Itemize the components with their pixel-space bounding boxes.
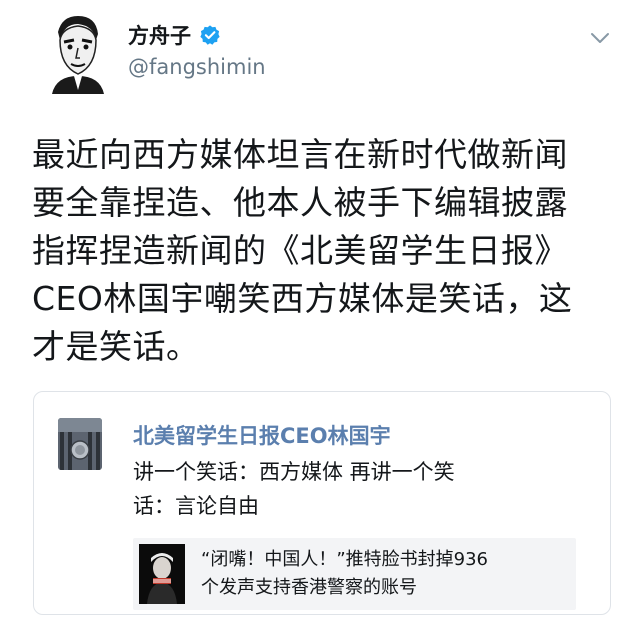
quoted-post-card[interactable]: 北美留学生日报CEO林国宇 讲一个笑话：西方媒体 再讲一个笑 话：言论自由 “闭… xyxy=(33,391,611,615)
tweet-text-line: 才是笑话。 xyxy=(32,327,200,366)
tweet-text-line: CEO林国宇嘲笑西方媒体是笑话，这 xyxy=(32,279,573,318)
link-title-line: 个发声支持香港警察的账号 xyxy=(201,577,417,598)
link-thumbnail xyxy=(139,544,185,604)
quoted-text-line: 话：言论自由 xyxy=(133,494,259,518)
author-name-row: 方舟子 xyxy=(128,20,221,50)
link-preview-card[interactable]: “闭嘴！中国人！”推特脸书封掉936 个发声支持香港警察的账号 xyxy=(133,538,576,610)
author-handle[interactable]: @fangshimin xyxy=(128,55,266,79)
verified-badge-icon xyxy=(199,24,221,46)
author-display-name[interactable]: 方舟子 xyxy=(128,20,191,50)
link-preview-title: “闭嘴！中国人！”推特脸书封掉936 个发声支持香港警察的账号 xyxy=(201,546,571,602)
quoted-author-avatar[interactable] xyxy=(58,418,102,470)
quoted-author-name[interactable]: 北美留学生日报CEO林国宇 xyxy=(133,420,391,450)
tweet-text-line: 要全靠捏造、他本人被手下编辑披露 xyxy=(32,183,568,222)
author-avatar[interactable] xyxy=(44,10,108,94)
tweet-text: 最近向西方媒体坦言在新时代做新闻 要全靠捏造、他本人被手下编辑披露 指挥捏造新闻… xyxy=(32,131,622,371)
tweet-text-line: 最近向西方媒体坦言在新时代做新闻 xyxy=(32,135,568,174)
quoted-text-line: 讲一个笑话：西方媒体 再讲一个笑 xyxy=(133,460,455,484)
tweet-text-line: 指挥捏造新闻的《北美留学生日报》 xyxy=(32,231,568,270)
chevron-down-icon[interactable] xyxy=(590,30,610,44)
quoted-post-text: 讲一个笑话：西方媒体 再讲一个笑 话：言论自由 xyxy=(133,455,573,523)
link-title-line: “闭嘴！中国人！”推特脸书封掉936 xyxy=(201,549,489,570)
